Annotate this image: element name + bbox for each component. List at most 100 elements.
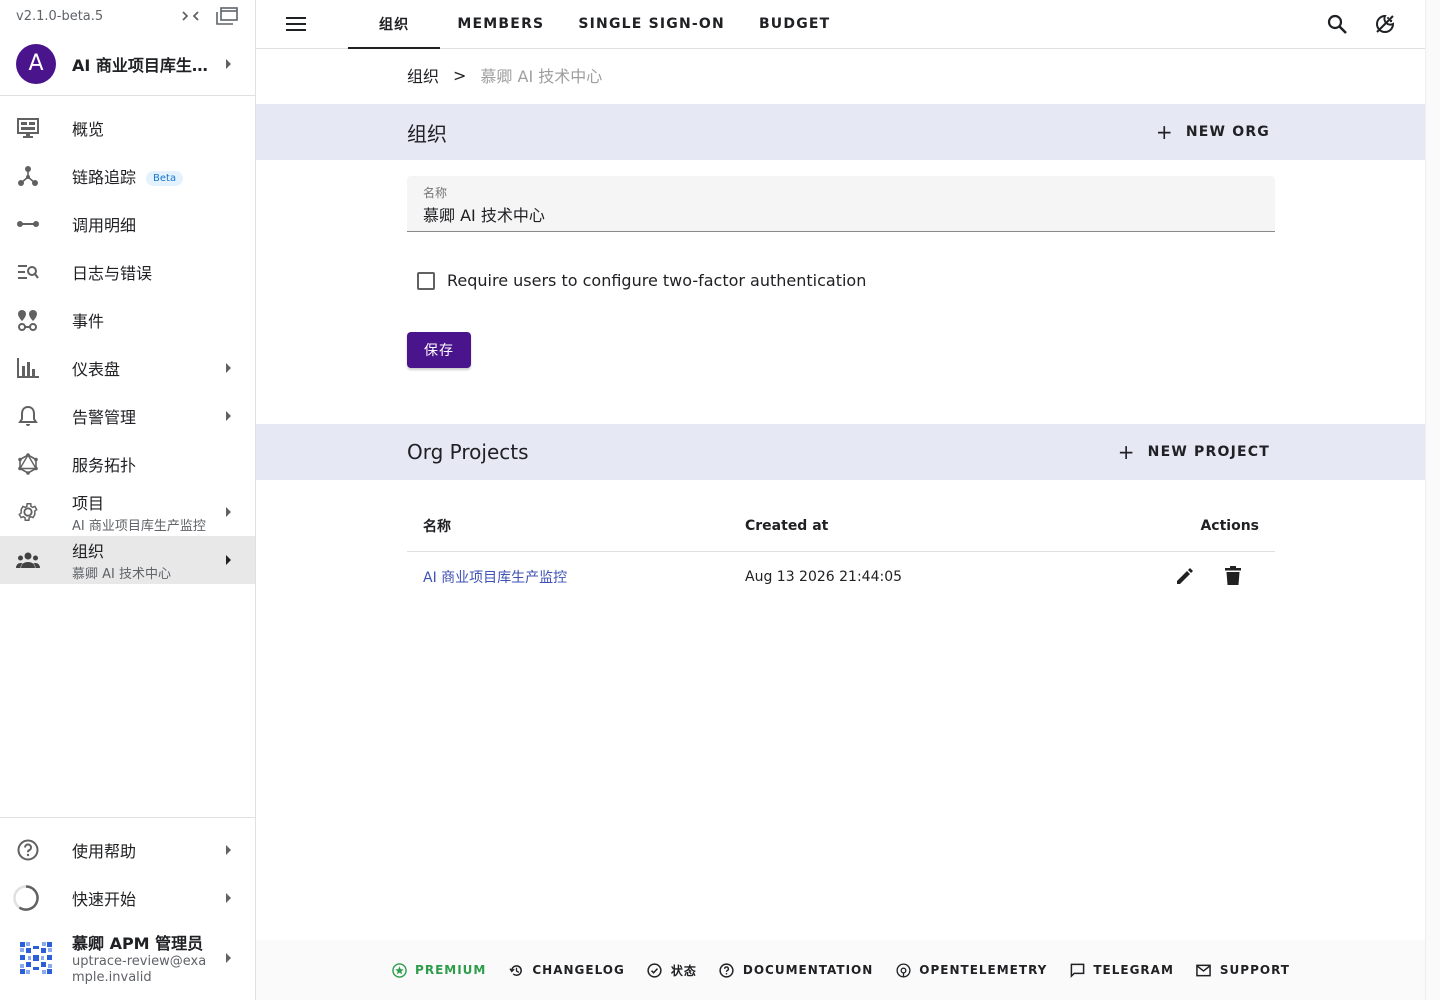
progress-ring-icon bbox=[13, 885, 40, 911]
text-search-icon bbox=[16, 260, 40, 284]
star-circle-icon bbox=[391, 962, 407, 978]
new-project-label: NEW PROJECT bbox=[1147, 444, 1270, 460]
footer-link-support[interactable]: SUPPORT bbox=[1196, 962, 1290, 978]
user-avatar bbox=[16, 938, 56, 978]
sidebar-item-events[interactable]: 事件 bbox=[0, 296, 255, 344]
footer-link-status[interactable]: 状态 bbox=[647, 962, 697, 979]
chevron-right-icon bbox=[226, 363, 231, 373]
edit-pencil-icon[interactable] bbox=[1173, 564, 1197, 588]
sidebar: v2.1.0-beta.5 A AI 商业项目库生产监控 概览 链路追踪 Beta bbox=[0, 0, 256, 1000]
chevron-right-icon bbox=[226, 953, 231, 963]
project-switcher[interactable]: A AI 商业项目库生产监控 bbox=[0, 32, 255, 96]
sidebar-item-quickstart[interactable]: 快速开始 bbox=[0, 874, 255, 922]
delete-trash-icon[interactable] bbox=[1221, 564, 1245, 588]
sidebar-item-organization[interactable]: 组织 慕卿 AI 技术中心 bbox=[0, 536, 255, 584]
sidebar-item-overview[interactable]: 概览 bbox=[0, 104, 255, 152]
two-factor-checkbox[interactable] bbox=[417, 271, 435, 290]
sidebar-item-label: 告警管理 bbox=[72, 408, 137, 427]
tab-budget[interactable]: BUDGET bbox=[742, 0, 847, 49]
tab-members[interactable]: MEMBERS bbox=[440, 0, 561, 49]
org-section-title: 组织 bbox=[407, 121, 447, 146]
top-actions bbox=[1301, 12, 1397, 36]
footer-link-label: SUPPORT bbox=[1219, 963, 1290, 977]
org-name-input[interactable] bbox=[423, 204, 1259, 223]
history-icon bbox=[508, 962, 524, 978]
page-scrollbar[interactable] bbox=[1425, 0, 1440, 1000]
org-section-header: 组织 + NEW ORG bbox=[256, 104, 1425, 160]
theme-toggle-icon[interactable] bbox=[1373, 12, 1397, 36]
sidebar-item-label: 概览 bbox=[72, 120, 105, 139]
org-name-label: 名称 bbox=[423, 186, 448, 200]
sidebar-item-label: 仪表盘 bbox=[72, 360, 121, 379]
project-link[interactable]: AI 商业项目库生产监控 bbox=[423, 570, 567, 586]
sidebar-item-spans[interactable]: 调用明细 bbox=[0, 200, 255, 248]
sidebar-item-label: 组织 bbox=[72, 542, 105, 561]
sidebar-item-dashboards[interactable]: 仪表盘 bbox=[0, 344, 255, 392]
bell-icon bbox=[16, 404, 40, 428]
chevron-right-icon bbox=[226, 893, 231, 903]
breadcrumb: 组织 > 慕卿 AI 技术中心 bbox=[407, 63, 602, 87]
graphql-icon bbox=[16, 452, 40, 476]
footer-link-documentation[interactable]: DOCUMENTATION bbox=[719, 962, 873, 978]
footer-link-label: TELEGRAM bbox=[1093, 963, 1174, 977]
sidebar-item-help[interactable]: 使用帮助 bbox=[0, 826, 255, 874]
search-icon[interactable] bbox=[1325, 12, 1349, 36]
projects-section-title: Org Projects bbox=[407, 440, 529, 464]
breadcrumb-root[interactable]: 组织 bbox=[407, 63, 439, 87]
chevron-right-icon bbox=[226, 845, 231, 855]
project-created-at: Aug 13 2026 21:44:05 bbox=[745, 569, 903, 586]
sidebar-item-label: 调用明细 bbox=[72, 216, 137, 235]
org-tabs: 组织 MEMBERS SINGLE SIGN-ON BUDGET bbox=[348, 0, 847, 49]
footer-link-telegram[interactable]: TELEGRAM bbox=[1069, 962, 1174, 978]
org-name-field[interactable]: 名称 bbox=[407, 176, 1275, 232]
table-row: AI 商业项目库生产监控 Aug 13 2026 21:44:05 bbox=[407, 551, 1275, 603]
footer-link-changelog[interactable]: CHANGELOG bbox=[508, 962, 625, 978]
tab-organization[interactable]: 组织 bbox=[348, 0, 441, 49]
footer-link-label: PREMIUM bbox=[415, 963, 487, 977]
sidebar-header: v2.1.0-beta.5 bbox=[0, 0, 255, 32]
bar-chart-icon bbox=[16, 356, 40, 380]
breadcrumb-separator: > bbox=[453, 65, 467, 85]
table-header-row: 名称 Created at Actions bbox=[407, 501, 1275, 552]
sidebar-item-label: 使用帮助 bbox=[72, 842, 137, 861]
footer-link-label: 状态 bbox=[670, 963, 697, 978]
hamburger-menu-icon[interactable] bbox=[284, 12, 308, 36]
footer-link-label: DOCUMENTATION bbox=[742, 963, 874, 977]
chevron-right-icon bbox=[226, 58, 231, 69]
two-factor-option[interactable]: Require users to configure two-factor au… bbox=[417, 271, 866, 290]
footer-link-opentelemetry[interactable]: OPENTELEMETRY bbox=[895, 962, 1047, 978]
sidebar-item-tracing[interactable]: 链路追踪 Beta bbox=[0, 152, 255, 200]
sidebar-item-alerting[interactable]: 告警管理 bbox=[0, 392, 255, 440]
sidebar-footer: 使用帮助 快速开始 慕卿 APM 管理员 uptrace-review@exam… bbox=[0, 817, 255, 1000]
sidebar-item-logs[interactable]: 日志与错误 bbox=[0, 248, 255, 296]
help-circle-icon bbox=[719, 962, 735, 978]
graph-nodes-icon bbox=[16, 164, 40, 188]
footer-link-label: CHANGELOG bbox=[532, 963, 625, 977]
sidebar-item-sublabel: 慕卿 AI 技术中心 bbox=[72, 567, 171, 582]
collapse-sidebar-icon[interactable] bbox=[179, 4, 203, 28]
sidebar-item-label: 服务拓扑 bbox=[72, 456, 137, 475]
new-org-label: NEW ORG bbox=[1185, 124, 1270, 140]
footer: PREMIUM CHANGELOG 状态 DOCUMENTATION OPENT… bbox=[256, 940, 1425, 1000]
tab-single-sign-on[interactable]: SINGLE SIGN-ON bbox=[561, 0, 742, 49]
new-project-button[interactable]: + NEW PROJECT bbox=[1114, 434, 1274, 470]
top-bar: 组织 MEMBERS SINGLE SIGN-ON BUDGET bbox=[256, 0, 1425, 49]
main-content: 组织 > 慕卿 AI 技术中心 组织 + NEW ORG 名称 Require … bbox=[256, 49, 1425, 940]
new-org-button[interactable]: + NEW ORG bbox=[1152, 114, 1274, 150]
sidebar-item-project[interactable]: 项目 AI 商业项目库生产监控 bbox=[0, 488, 255, 536]
new-window-icon[interactable] bbox=[215, 4, 239, 28]
span-line-icon bbox=[16, 212, 40, 236]
sidebar-item-service-graph[interactable]: 服务拓扑 bbox=[0, 440, 255, 488]
plus-icon: + bbox=[1155, 120, 1174, 144]
project-avatar: A bbox=[16, 43, 56, 84]
user-menu[interactable]: 慕卿 APM 管理员 uptrace-review@example.invali… bbox=[0, 926, 255, 990]
beta-badge: Beta bbox=[146, 171, 184, 186]
footer-link-premium[interactable]: PREMIUM bbox=[391, 962, 486, 978]
column-header-name: 名称 bbox=[407, 501, 729, 552]
plus-icon: + bbox=[1117, 440, 1136, 464]
save-button[interactable]: 保存 bbox=[407, 332, 471, 368]
gear-icon bbox=[16, 500, 40, 524]
user-name: 慕卿 APM 管理员 bbox=[72, 934, 204, 953]
map-markers-icon bbox=[16, 308, 40, 332]
telescope-icon bbox=[895, 962, 911, 978]
